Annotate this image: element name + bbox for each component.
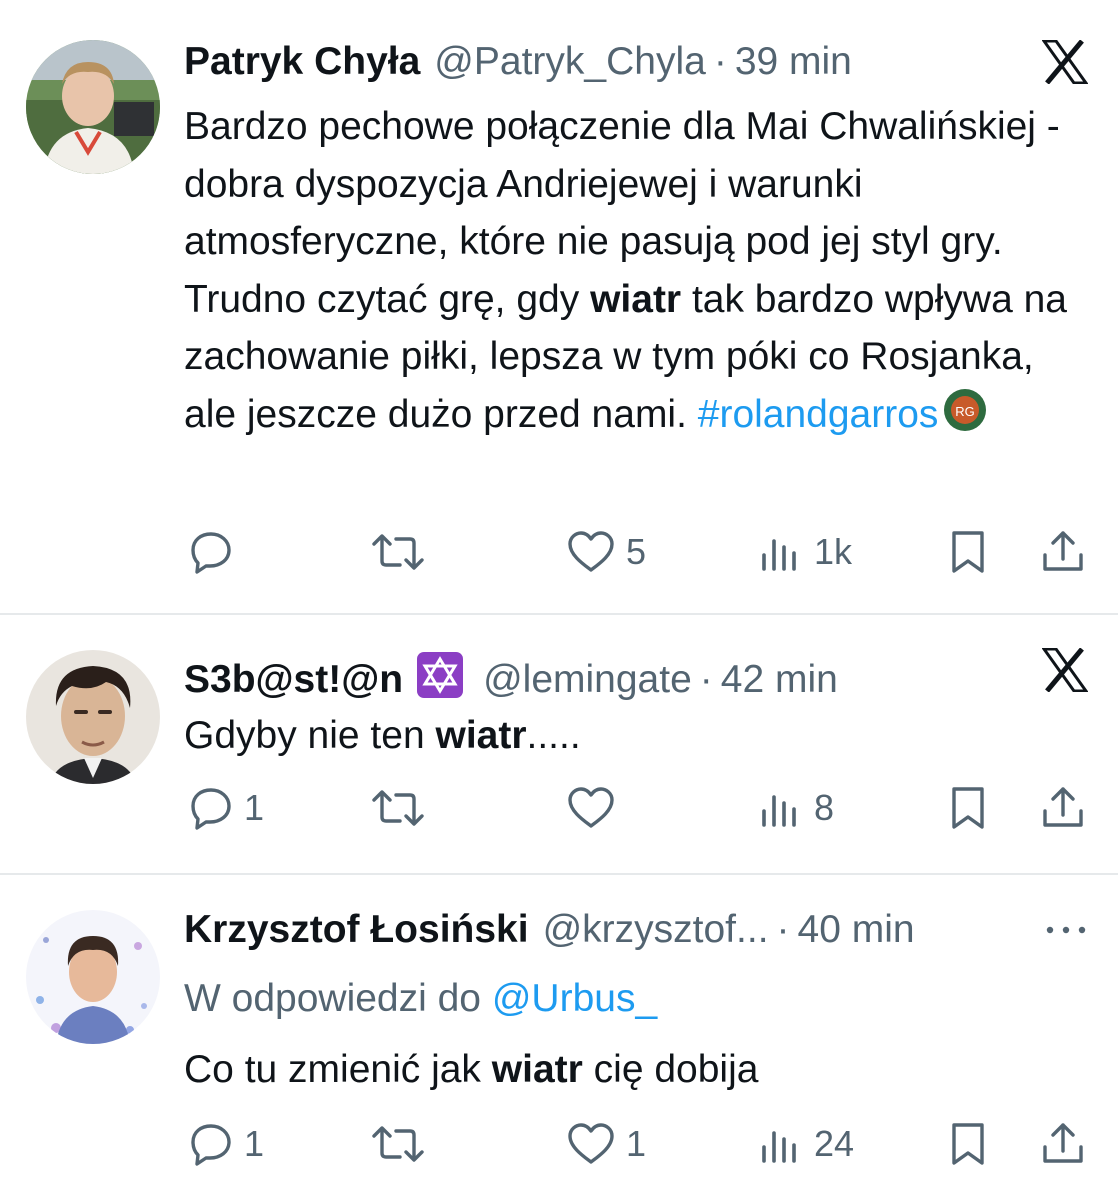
share-icon [1043,531,1083,571]
action-bar: 1 8 [184,778,1094,838]
avatar[interactable] [26,40,160,174]
reply-prefix: W odpowiedzi do [184,977,492,1020]
tweet-header: Krzysztof Łosiński @krzysztof... · 40 mi… [184,906,998,954]
bookmark-icon [952,787,984,829]
share-icon [1043,1123,1083,1163]
like-button[interactable]: 1 [566,1114,646,1174]
avatar[interactable] [26,650,160,784]
retweet-icon [372,1126,424,1162]
reply-button[interactable]: 1 [188,1114,264,1174]
author-name[interactable]: Patryk Chyła [184,38,420,86]
tweet-divider [0,873,1118,875]
highlight-keyword: wiatr [590,277,682,321]
bookmark-button[interactable] [946,1114,990,1174]
text-segment: Co tu zmienić jak [184,1048,492,1091]
views-button[interactable]: 1k [758,522,852,582]
share-button[interactable] [1040,522,1086,582]
retweet-icon [372,534,424,570]
highlight-keyword: wiatr [435,714,527,757]
timestamp[interactable]: 42 min [721,656,838,704]
action-bar: 1 1 24 [184,1114,1094,1174]
views-count: 1k [814,531,853,572]
tweet-header: Patryk Chyła @Patryk_Chyla · 39 min [184,38,998,86]
tweet-header: S3b@st!@n @lemingate · 42 min [184,646,998,704]
like-count: 5 [626,531,647,572]
reply-icon [191,788,231,830]
timestamp[interactable]: 39 min [735,38,852,86]
views-icon [762,1131,796,1163]
author-handle[interactable]: @lemingate [483,656,692,704]
share-icon [1043,787,1083,827]
heart-icon [568,1123,614,1164]
author-name[interactable]: S3b@st!@n [184,656,403,704]
tweet-text: Co tu zmienić jak wiatr cię dobija [184,1041,1094,1099]
retweet-button[interactable] [370,778,436,838]
timestamp[interactable]: 40 min [798,906,915,954]
hashtag-link[interactable]: #rolandgarros [698,393,939,436]
reply-icon [191,1124,231,1166]
retweet-icon [372,790,424,826]
reply-count: 1 [244,787,265,828]
bookmark-button[interactable] [946,778,990,838]
views-icon [762,795,796,827]
tweet-divider [0,613,1118,615]
x-logo-icon [1041,647,1089,697]
views-icon [762,539,796,571]
views-count: 24 [814,1123,855,1164]
tweet-text: Gdyby nie ten wiatr..... [184,707,1094,765]
reply-count: 1 [244,1123,265,1164]
retweet-button[interactable] [370,1114,436,1174]
bookmark-button[interactable] [946,522,990,582]
separator-dot: · [713,40,727,83]
action-bar: 5 1k [184,522,1094,582]
text-segment: Gdyby nie ten [184,714,436,757]
svg-text:RG: RG [956,404,976,419]
highlight-keyword: wiatr [491,1048,583,1091]
tweet-text: Bardzo pechowe połączenie dla Mai Chwali… [184,98,1094,449]
more-dots-icon[interactable] [1044,920,1088,945]
views-button[interactable]: 24 [758,1114,854,1174]
like-button[interactable] [566,778,626,838]
reply-icon [191,532,231,574]
like-count: 1 [626,1123,647,1164]
reply-button[interactable]: 1 [188,778,264,838]
bookmark-icon [952,531,984,573]
retweet-button[interactable] [370,522,436,582]
x-logo-icon [1041,39,1089,89]
reply-context: W odpowiedzi do @Urbus_ [184,970,1094,1028]
avatar[interactable] [26,910,160,1044]
bookmark-icon [952,1123,984,1165]
like-button[interactable]: 5 [566,522,646,582]
heart-icon [568,787,614,828]
author-handle[interactable]: @krzysztof... [543,906,769,954]
text-segment: ..... [526,714,581,757]
author-name[interactable]: Krzysztof Łosiński [184,906,529,954]
share-button[interactable] [1040,1114,1086,1174]
views-count: 8 [814,787,835,828]
author-handle[interactable]: @Patryk_Chyla [434,38,706,86]
heart-icon [568,531,614,572]
separator-dot: · [776,908,790,951]
mention-link[interactable]: @Urbus_ [492,977,657,1020]
text-segment: cię dobija [582,1048,759,1091]
roland-garros-emoji-icon: RG [942,387,988,450]
reply-button[interactable] [188,522,244,582]
share-button[interactable] [1040,778,1086,838]
separator-dot: · [699,658,713,701]
star-of-david-icon [417,652,464,698]
views-button[interactable]: 8 [758,778,834,838]
